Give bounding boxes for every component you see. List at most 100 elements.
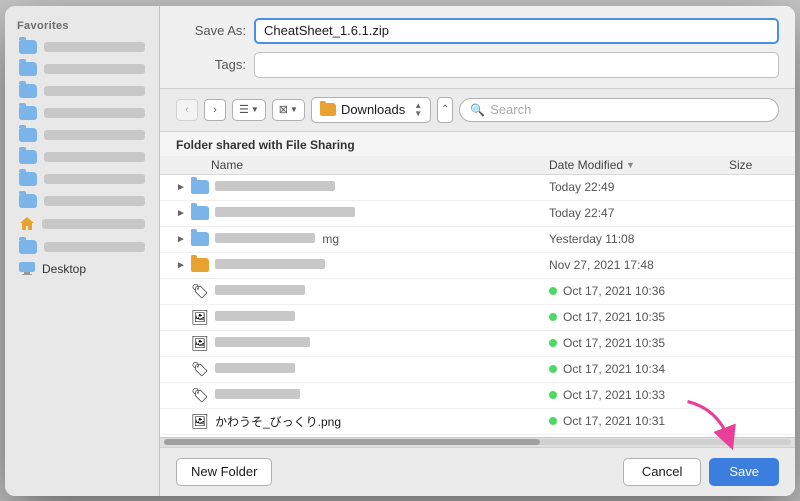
file-icon: 🖼 [190, 309, 210, 325]
status-dot [549, 313, 557, 321]
file-icon [190, 205, 210, 221]
folder-icon [19, 106, 37, 120]
file-name [215, 258, 549, 272]
stepper-down-icon: ▼ [414, 110, 422, 118]
folder-icon [191, 232, 209, 246]
expand-triangle-icon: ► [176, 260, 190, 271]
save-dialog: Favorites [5, 6, 795, 496]
sidebar-item-label-8 [44, 196, 145, 206]
folder-icon [19, 194, 37, 208]
folder-icon [19, 62, 37, 76]
sidebar-item-label-desktop: Desktop [42, 262, 145, 276]
table-row[interactable]: ► Today 22:47 [160, 201, 795, 227]
table-row[interactable]: 🏷 Oct 17, 2021 10:36 [160, 279, 795, 305]
expand-button[interactable]: ⌃ [437, 97, 453, 123]
sidebar-item-6[interactable] [9, 146, 155, 168]
sidebar-item-8[interactable] [9, 190, 155, 212]
file-name: mg [215, 232, 549, 246]
blurred-name [215, 311, 295, 321]
sidebar-item-1[interactable] [9, 36, 155, 58]
tags-label: Tags: [176, 57, 246, 72]
table-row[interactable]: 🏷 Oct 17, 2021 10:33 [160, 383, 795, 409]
save-as-row: Save As: [176, 18, 779, 44]
back-button[interactable]: ‹ [176, 99, 198, 121]
file-date: Oct 17, 2021 10:33 [549, 388, 729, 402]
sidebar-item-5[interactable] [9, 124, 155, 146]
save-button[interactable]: Save [709, 458, 779, 486]
search-box[interactable]: 🔍 Search [459, 98, 779, 122]
sidebar-item-label-6 [44, 152, 145, 162]
grid-view-button[interactable]: ⊠ ▼ [272, 99, 305, 121]
status-dot [549, 391, 557, 399]
table-row[interactable]: ► Nov 27, 2021 17:48 [160, 253, 795, 279]
table-row[interactable]: 🖼 Oct 17, 2021 10:35 [160, 331, 795, 357]
main-panel: Save As: Tags: ‹ › ☰ ▼ ⊠ ▼ [160, 6, 795, 496]
file-icon [190, 257, 210, 273]
table-row[interactable]: 🖼 かわうそ_びっくり.png Oct 17, 2021 10:31 [160, 409, 795, 435]
sidebar-item-desktop[interactable]: Desktop [9, 258, 155, 280]
blurred-name [215, 207, 355, 217]
table-row[interactable]: 🏷 Oct 17, 2021 10:34 [160, 357, 795, 383]
blurred-name [215, 285, 305, 295]
sidebar-item-label-4 [44, 108, 145, 118]
scrollbar-thumb[interactable] [164, 439, 540, 445]
save-as-input[interactable] [254, 18, 779, 44]
status-dot [549, 339, 557, 347]
grid-icon: ⊠ [279, 103, 288, 116]
blurred-name [215, 181, 335, 191]
file-date: Oct 17, 2021 10:35 [549, 310, 729, 324]
list-view-button[interactable]: ☰ ▼ [232, 99, 266, 121]
sidebar-item-4[interactable] [9, 102, 155, 124]
column-headers: Name Date Modified ▼ Size [160, 156, 795, 175]
col-name-header: Name [211, 158, 549, 172]
file-date: Oct 17, 2021 10:36 [549, 284, 729, 298]
file-suffix: mg [322, 232, 339, 246]
search-icon: 🔍 [470, 103, 485, 117]
folder-orange-icon [191, 258, 209, 272]
blurred-name [215, 389, 300, 399]
search-placeholder: Search [490, 102, 531, 117]
file-date: Oct 17, 2021 10:31 [549, 414, 729, 428]
table-row[interactable]: 🖼 Oct 17, 2021 10:35 [160, 305, 795, 331]
status-dot [549, 417, 557, 425]
folder-icon [191, 180, 209, 194]
folder-icon [19, 128, 37, 142]
location-folder-icon [320, 103, 336, 116]
file-name [215, 336, 549, 350]
forward-button[interactable]: › [204, 99, 226, 121]
list-chevron-icon: ▼ [251, 105, 259, 114]
col-date-header[interactable]: Date Modified ▼ [549, 158, 729, 172]
file-date: Yesterday 11:08 [549, 232, 729, 246]
file-name [215, 388, 549, 402]
sidebar-item-label-9 [44, 242, 145, 252]
save-as-label: Save As: [176, 23, 246, 38]
location-selector[interactable]: Downloads ▲ ▼ [311, 97, 431, 123]
sidebar-item-home[interactable] [9, 212, 155, 236]
expand-triangle-icon: ► [176, 208, 190, 219]
file-icon: 🏷 [190, 387, 210, 403]
table-row[interactable]: ► mg Yesterday 11:08 [160, 227, 795, 253]
file-name [215, 206, 549, 220]
sidebar-item-2[interactable] [9, 58, 155, 80]
cancel-button[interactable]: Cancel [623, 458, 701, 486]
file-list-container: Folder shared with File Sharing Name Dat… [160, 132, 795, 447]
list-icon: ☰ [239, 103, 249, 116]
folder-icon [19, 150, 37, 164]
tags-input[interactable] [254, 52, 779, 78]
sidebar-item-7[interactable] [9, 168, 155, 190]
sidebar-item-label-7 [44, 174, 145, 184]
top-area: Save As: Tags: [160, 6, 795, 89]
col-size-header: Size [729, 158, 779, 172]
tags-row: Tags: [176, 52, 779, 78]
file-icon: 🖼 [190, 335, 210, 351]
table-row[interactable]: ► Today 22:49 [160, 175, 795, 201]
file-date: Oct 17, 2021 10:34 [549, 362, 729, 376]
folder-icon [19, 84, 37, 98]
sidebar-item-3[interactable] [9, 80, 155, 102]
new-folder-button[interactable]: New Folder [176, 458, 272, 486]
desktop-icon [19, 262, 35, 275]
sidebar-item-9[interactable] [9, 236, 155, 258]
horizontal-scrollbar[interactable] [160, 437, 795, 447]
expand-triangle-icon: ► [176, 182, 190, 193]
location-label: Downloads [341, 102, 405, 117]
